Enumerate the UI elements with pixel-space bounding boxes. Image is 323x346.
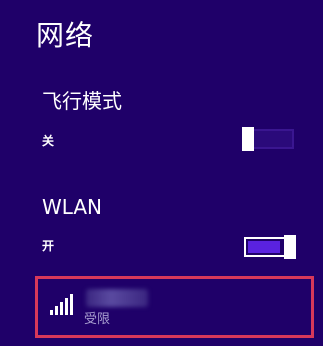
wlan-label: WLAN [42,195,103,219]
panel-title: 网络 [36,19,95,52]
wlan-toggle[interactable] [244,235,296,259]
airplane-mode-state-label: 关 [42,134,55,148]
wlan-state-label: 开 [42,239,55,253]
network-status: 受限 [84,312,111,327]
toggle-track [248,241,280,253]
toggle-thumb[interactable] [242,127,254,151]
wifi-signal-icon [50,293,74,315]
toggle-track [248,133,290,145]
network-list-item[interactable]: 受限 [35,276,314,338]
toggle-thumb[interactable] [284,235,296,259]
network-name-redacted [86,289,148,307]
airplane-mode-toggle[interactable] [242,127,294,151]
airplane-mode-label: 飞行模式 [42,89,122,113]
network-settings-panel: 网络 飞行模式 关 WLAN 开 受限 [0,0,323,346]
